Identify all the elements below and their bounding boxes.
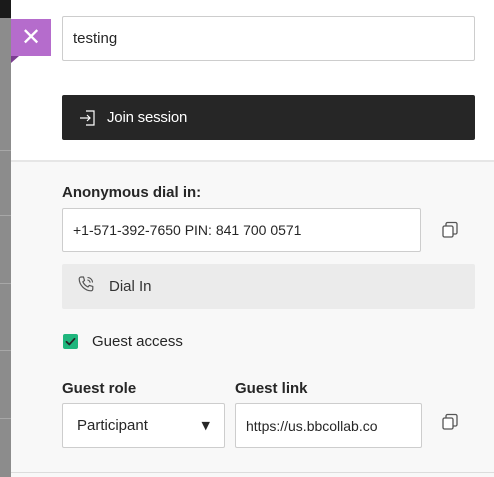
edge-line: [0, 150, 11, 151]
join-session-button[interactable]: Join session: [62, 95, 475, 140]
guest-role-value: Participant: [77, 417, 148, 434]
guest-access-checkbox[interactable]: [63, 334, 78, 349]
enter-icon: [79, 109, 97, 127]
edge-line: [0, 418, 11, 419]
close-button[interactable]: ✕: [11, 19, 51, 56]
guest-access-label: Guest access: [92, 333, 183, 350]
guest-link-label: Guest link: [235, 380, 308, 397]
dial-in-label: Dial In: [109, 278, 152, 295]
dial-in-number-field[interactable]: +1-571-392-7650 PIN: 841 700 0571: [62, 208, 421, 252]
guest-role-label: Guest role: [62, 380, 137, 397]
background-app-edge-top: [0, 0, 11, 18]
dial-in-button[interactable]: Dial In: [62, 264, 475, 309]
phone-icon: [77, 275, 95, 298]
caret-down-icon: ▼: [201, 419, 210, 432]
edge-line: [0, 215, 11, 216]
copy-icon[interactable]: [440, 412, 460, 432]
background-app-edge: [0, 0, 11, 477]
edge-line: [0, 350, 11, 351]
close-button-fold: [11, 56, 19, 63]
session-name-input[interactable]: [62, 16, 475, 61]
join-session-label: Join session: [107, 109, 188, 126]
close-icon: ✕: [20, 23, 42, 51]
bottom-divider: [11, 472, 494, 473]
edge-line: [0, 283, 11, 284]
copy-icon[interactable]: [440, 220, 460, 240]
guest-link-field[interactable]: https://us.bbcollab.co: [235, 403, 422, 448]
checkmark-icon: [63, 334, 78, 349]
anonymous-dial-in-label: Anonymous dial in:: [62, 184, 202, 201]
guest-role-select[interactable]: Participant ▼: [62, 403, 225, 448]
